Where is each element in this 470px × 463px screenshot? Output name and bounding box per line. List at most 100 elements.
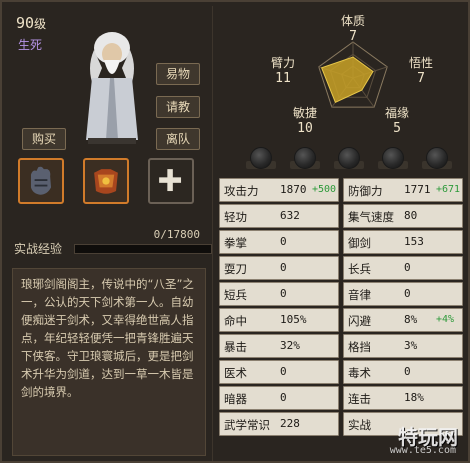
attr-strength-value: 11: [275, 71, 291, 86]
skill-slot-orb[interactable]: [294, 147, 316, 169]
stat-value: 80: [404, 209, 418, 222]
attr-agility-label: 敏捷: [292, 106, 317, 120]
stat-name: 音律: [348, 288, 371, 302]
glove-icon: [30, 166, 52, 195]
skill-slot-orb[interactable]: [338, 147, 360, 169]
plus-icon: [159, 169, 182, 192]
skill-slot-orb[interactable]: [382, 147, 404, 169]
stat-name: 暴击: [224, 340, 247, 354]
stat-cell: 拳掌 0: [219, 230, 339, 254]
stat-value: 3%: [404, 339, 418, 352]
armor-equipment-slot[interactable]: [83, 158, 129, 204]
attr-strength: 臂力 11: [263, 54, 303, 86]
stat-name: 命中: [224, 314, 247, 328]
stat-name: 耍刀: [224, 262, 247, 276]
stat-value: 8%: [404, 313, 418, 326]
ask-button[interactable]: 请教: [156, 96, 200, 118]
stat-cell: 暗器 0: [219, 386, 339, 410]
stat-name: 格挡: [348, 340, 371, 354]
attr-luck-value: 5: [393, 121, 401, 136]
stat-cell: 长兵 0: [343, 256, 463, 280]
character-left-panel: 90级 生死 易物 请教 购买 离队 0/17800 实战经验 琅琊剑阁阁主，传…: [6, 6, 212, 461]
character-right-panel: 体质 7 臂力 11 悟性 7 敏捷 10 福缘 5 攻击力 1870 +500…: [212, 6, 468, 461]
attr-constitution-label: 体质: [340, 14, 365, 28]
experience-row: 0/17800 实战经验: [12, 228, 212, 258]
stat-cell: 御剑 153: [343, 230, 463, 254]
stat-cell: 毒术 0: [343, 360, 463, 384]
skill-slot-orb[interactable]: [426, 147, 448, 169]
stat-cell: 短兵 0: [219, 282, 339, 306]
level-value: 90: [16, 14, 35, 32]
stat-name: 长兵: [348, 262, 371, 276]
armor-icon: [94, 169, 118, 194]
stat-cell: 防御力 1771 +671: [343, 178, 463, 202]
stat-bonus: +4%: [436, 314, 455, 325]
attr-constitution-value: 7: [349, 29, 357, 44]
stat-name: 实战: [348, 418, 371, 432]
stat-name: 暗器: [224, 392, 247, 406]
stat-cell: 耍刀 0: [219, 256, 339, 280]
attr-agility-value: 10: [297, 121, 313, 136]
glove-equipment-slot[interactable]: [18, 158, 64, 204]
attr-constitution: 体质 7: [333, 12, 373, 44]
experience-bar: [74, 244, 212, 254]
attr-comprehension-label: 悟性: [408, 56, 433, 70]
leave-team-button[interactable]: 离队: [156, 128, 200, 150]
level-label: 90级: [16, 14, 46, 32]
stat-value: 0: [280, 391, 287, 404]
stat-name: 武学常识: [224, 418, 270, 432]
buy-button[interactable]: 购买: [22, 128, 66, 150]
watermark-url: www.te5.com: [389, 445, 456, 456]
stat-cell: 格挡 3%: [343, 334, 463, 358]
stat-value: 32%: [280, 339, 300, 352]
stat-name: 短兵: [224, 288, 247, 302]
realm-label: 生死: [18, 38, 43, 52]
stat-value: 632: [280, 209, 300, 222]
stat-cell: 医术 0: [219, 360, 339, 384]
stat-cell: 武学常识 228: [219, 412, 339, 436]
attr-luck: 福缘 5: [377, 104, 417, 136]
attr-strength-label: 臂力: [270, 56, 295, 70]
stat-name: 毒术: [348, 366, 371, 380]
stat-name: 御剑: [348, 236, 371, 250]
trade-button[interactable]: 易物: [156, 63, 200, 85]
stat-name: 连击: [348, 392, 371, 406]
skill-slot-orb[interactable]: [250, 147, 272, 169]
stat-value: 0: [404, 287, 411, 300]
stat-value: 0: [404, 365, 411, 378]
stat-bonus: +500: [312, 184, 337, 195]
stat-value: 153: [404, 235, 424, 248]
attr-luck-label: 福缘: [384, 106, 409, 120]
stat-cell: 轻功 632: [219, 204, 339, 228]
level-unit: 级: [34, 17, 47, 31]
stat-value: 0: [404, 261, 411, 274]
experience-label: 实战经验: [14, 242, 63, 256]
stat-cell: 连击 18%: [343, 386, 463, 410]
attribute-radar: 体质 7 臂力 11 悟性 7 敏捷 10 福缘 5: [263, 12, 443, 144]
stat-value: 228: [280, 417, 300, 430]
stat-value: 0: [280, 365, 287, 378]
stat-value: 0: [280, 261, 287, 274]
stat-name: 攻击力: [224, 184, 259, 198]
stat-value: 0: [280, 287, 287, 300]
stat-cell: 命中 105%: [219, 308, 339, 332]
attr-comprehension-value: 7: [417, 71, 425, 86]
stat-name: 医术: [224, 366, 247, 380]
stat-name: 防御力: [348, 184, 383, 198]
stat-name: 轻功: [224, 210, 247, 224]
stat-value: 18%: [404, 391, 424, 404]
experience-value: 0/17800: [153, 228, 200, 241]
stat-bonus: +671: [436, 184, 461, 195]
attr-agility: 敏捷 10: [285, 104, 325, 136]
stat-name: 集气速度: [348, 210, 394, 224]
stat-value: 1870: [280, 183, 307, 196]
watermark: 特玩网 www.te5.com: [384, 421, 464, 459]
stat-name: 拳掌: [224, 236, 247, 250]
character-portrait: [86, 32, 138, 144]
stat-cell: 暴击 32%: [219, 334, 339, 358]
stat-cell: 闪避 8% +4%: [343, 308, 463, 332]
skill-slot-row: [243, 147, 453, 173]
stat-cell: 集气速度 80: [343, 204, 463, 228]
character-description: 琅琊剑阁阁主，传说中的“八圣”之一，公认的天下剑术第一人。自幼便痴迷于剑术，又幸…: [12, 268, 206, 456]
empty-equipment-slot[interactable]: [148, 158, 194, 204]
